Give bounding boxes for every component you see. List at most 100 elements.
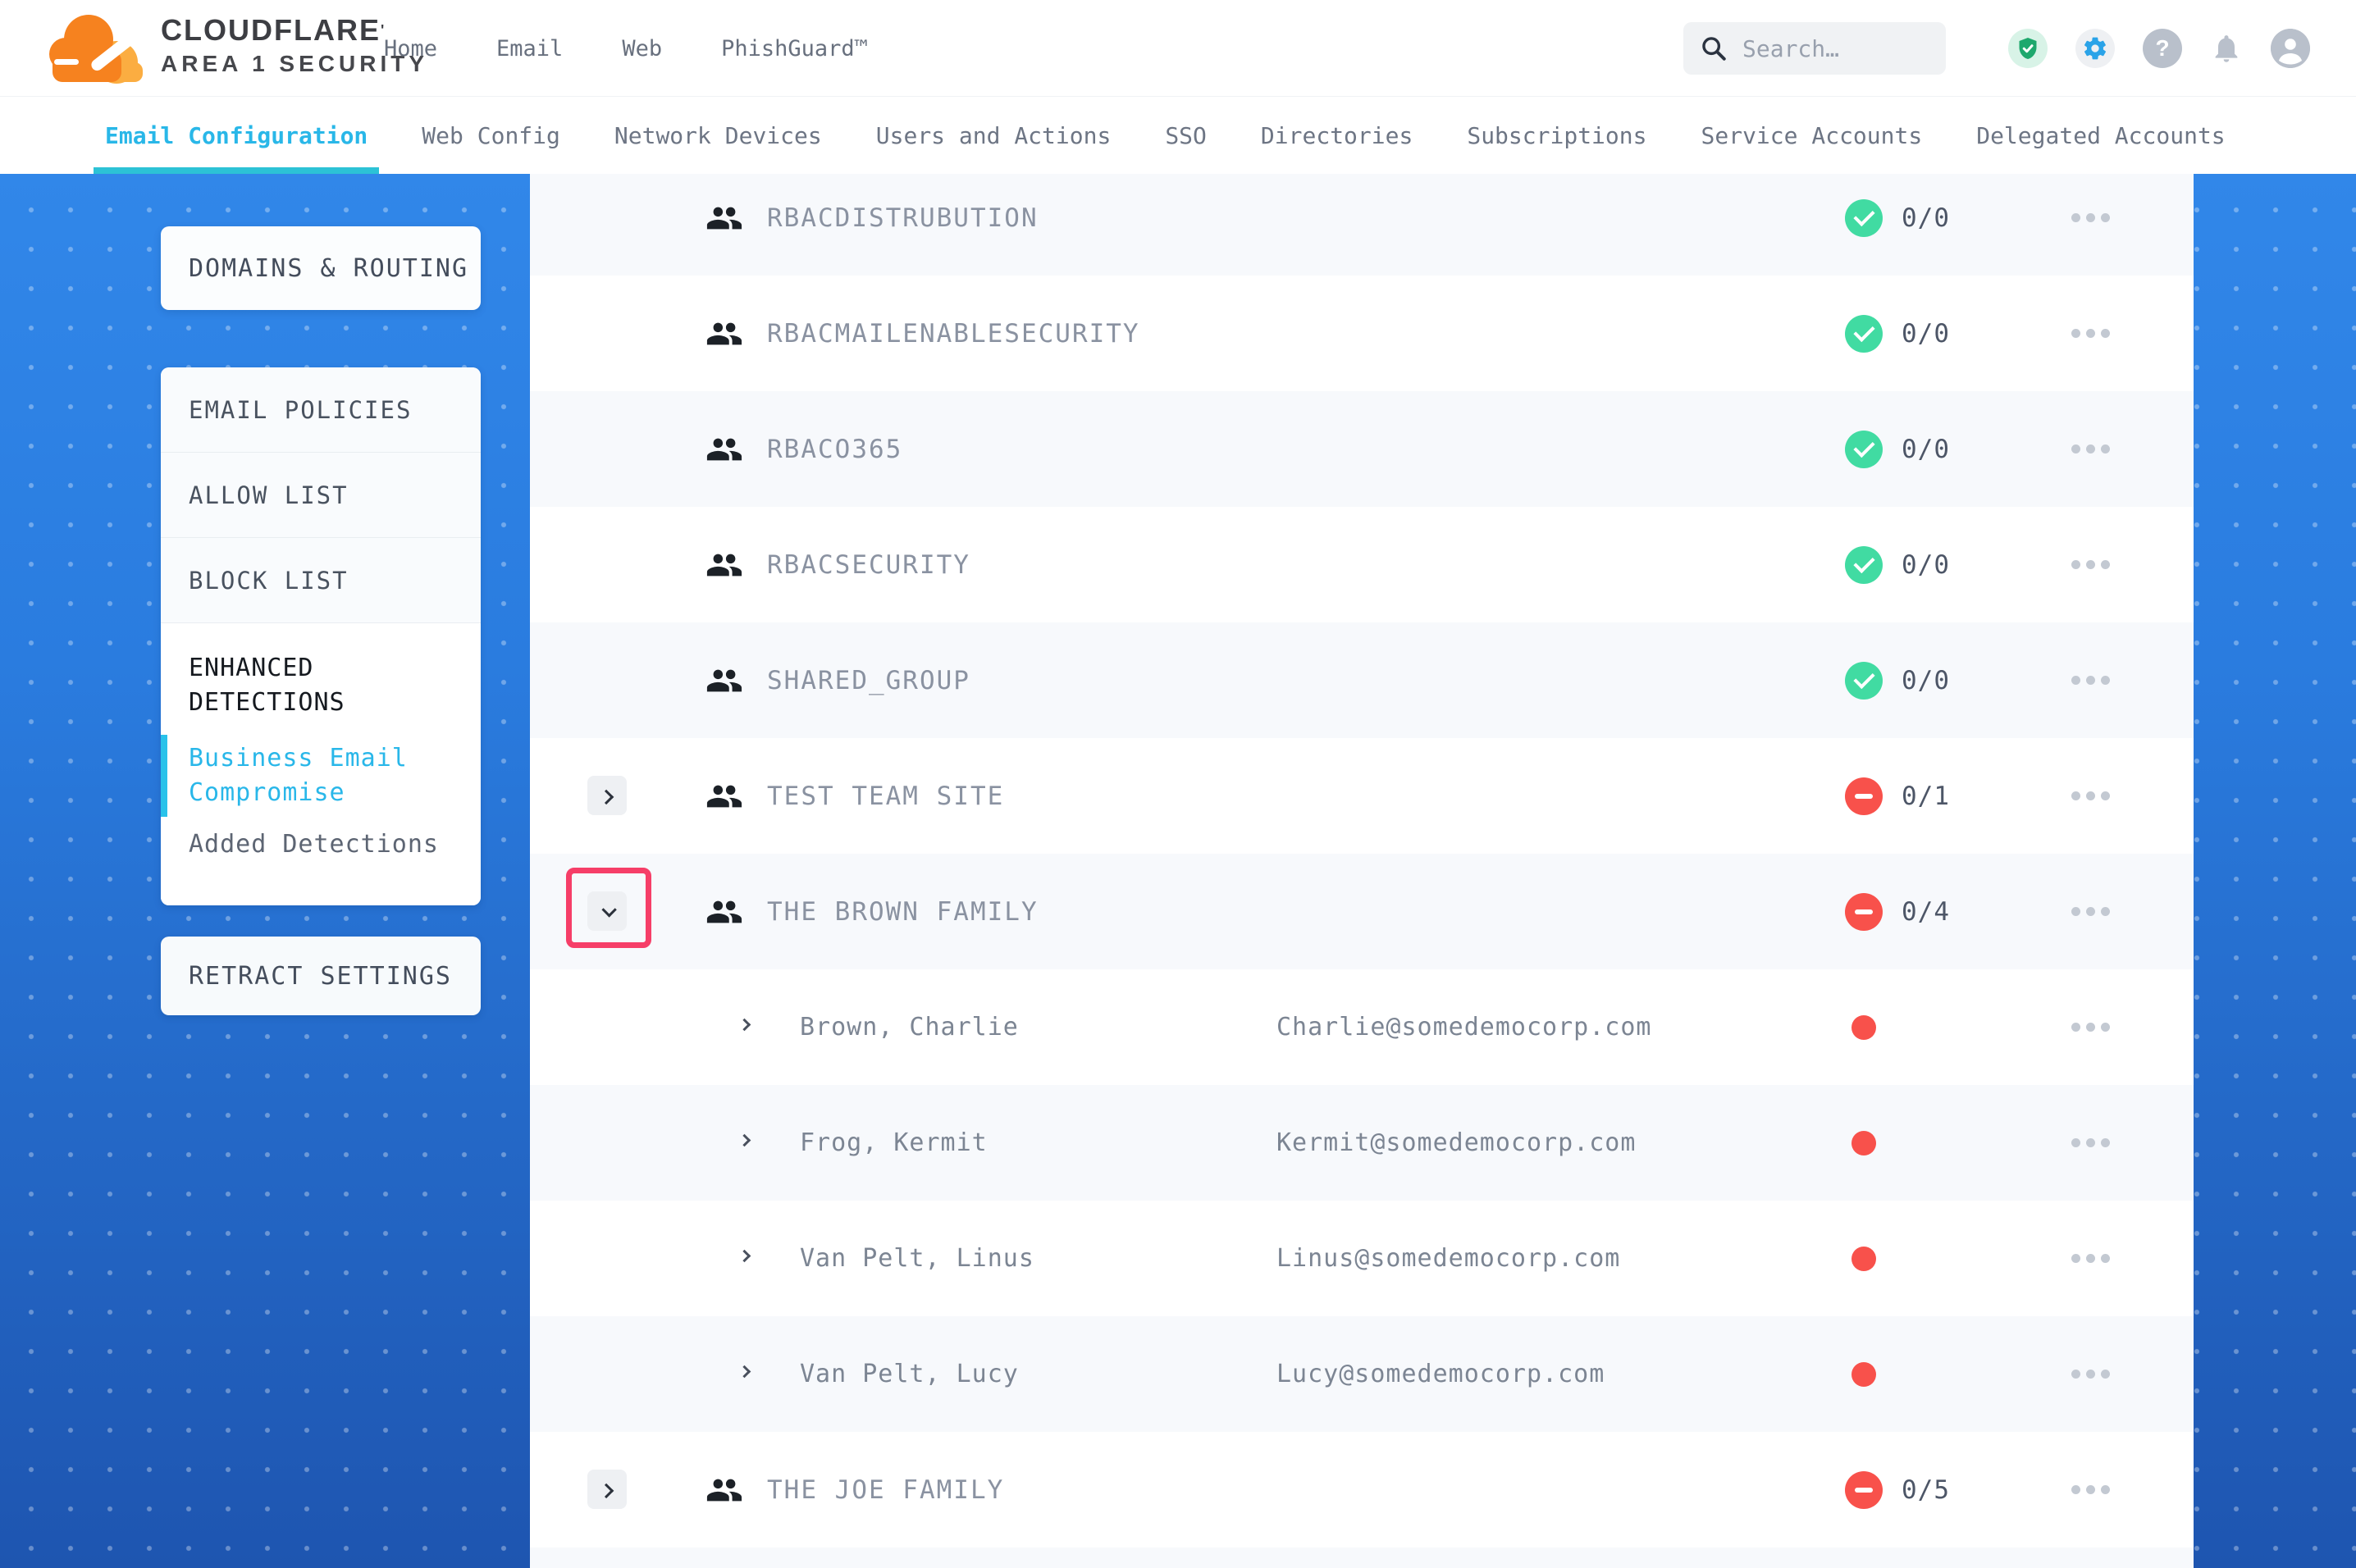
tab-email-configuration[interactable]: Email Configuration [105,97,368,174]
member-count: 0/4 [1902,854,1950,969]
table-row: TEST TEAM SITE 0/1 [530,738,2194,854]
member-chevron-icon[interactable] [738,1019,751,1032]
row-menu-button[interactable] [2071,1432,2110,1547]
table-row: RBACSECURITY 0/0 [530,507,2194,622]
status-badge [1845,276,1883,391]
tab-directories[interactable]: Directories [1261,97,1413,174]
top-nav: Home Email Web PhishGuard™ [384,0,868,97]
status-alert-dot [1851,1247,1876,1271]
collapse-button[interactable] [587,891,627,931]
table-row: Van Pelt, Linus Linus@somedemocorp.com [530,1201,2194,1316]
group-icon [705,315,743,353]
row-menu-button[interactable] [2071,854,2110,969]
member-chevron-icon[interactable] [738,1134,751,1147]
member-email: Linus@somedemocorp.com [1276,1201,1620,1316]
search-icon [1700,34,1728,62]
table-row: THE BROWN FAMILY 0/4 [530,854,2194,969]
app-window: CLOUDFLARE' AREA 1 SECURITY HomeEmailWeb… [0,0,2356,1568]
domains-routing-label: DOMAINS & ROUTING [189,254,468,283]
header-icon-cluster: ? [2008,0,2310,97]
row-menu-button[interactable] [2071,507,2110,622]
cloudflare-logo-icon [46,8,149,87]
top-nav-item-web[interactable]: Web [622,36,662,62]
status-blocked-icon [1845,777,1883,815]
expand-button[interactable] [587,1470,627,1509]
top-nav-item-email[interactable]: Email [496,36,563,62]
status-ok-icon [1845,662,1883,700]
status-badge [1845,507,1883,622]
tab-service-accounts[interactable]: Service Accounts [1701,97,1923,174]
expand-button[interactable] [587,776,627,815]
search-box[interactable] [1683,22,1946,75]
policy-item-list: EMAIL POLICIESALLOW LISTBLOCK LIST [161,367,481,623]
sidebar-item-allow-list[interactable]: ALLOW LIST [161,453,481,538]
tab-sso[interactable]: SSO [1165,97,1207,174]
tab-delegated-accounts[interactable]: Delegated Accounts [1976,97,2225,174]
table-row: THE JOE FAMILY 0/5 [530,1432,2194,1547]
status-ok-icon [1845,546,1883,584]
status-badge [1845,174,1883,276]
tab-web-config[interactable]: Web Config [422,97,560,174]
groups-table-panel: RBACDISTRUBUTION 0/0 RBACMAILENABLESECUR… [530,174,2194,1568]
member-chevron-icon[interactable] [738,1250,751,1263]
group-icon [705,431,743,468]
account-icon[interactable] [2271,29,2310,68]
status-alert-dot [1851,1362,1876,1387]
search-input[interactable] [1741,34,1929,63]
bell-icon[interactable] [2210,32,2243,65]
member-name: Frog, Kermit [800,1085,988,1201]
retract-settings-label: RETRACT SETTINGS [189,962,452,991]
table-row [530,1547,2194,1568]
status-blocked-icon [1845,1471,1883,1509]
table-row: Brown, Charlie Charlie@somedemocorp.com [530,969,2194,1085]
row-menu-button[interactable] [2071,969,2110,1085]
top-header: CLOUDFLARE' AREA 1 SECURITY HomeEmailWeb… [0,0,2356,97]
member-chevron-icon[interactable] [738,1365,751,1379]
sidebar-card-domains-routing[interactable]: DOMAINS & ROUTING [161,226,481,310]
tab-network-devices[interactable]: Network Devices [614,97,822,174]
member-count: 0/0 [1902,391,1950,507]
row-menu-button[interactable] [2071,174,2110,276]
gear-icon[interactable] [2075,29,2115,68]
member-name: Brown, Charlie [800,969,1019,1085]
row-menu-button[interactable] [2071,1085,2110,1201]
group-name: SHARED_GROUP [767,622,970,738]
row-menu-button[interactable] [2071,738,2110,854]
row-menu-button[interactable] [2071,1201,2110,1316]
brand-name: CLOUDFLARE [161,13,381,47]
sidebar-item-email-policies[interactable]: EMAIL POLICIES [161,367,481,453]
member-name: Van Pelt, Lucy [800,1316,1019,1432]
top-nav-item-phishguard[interactable]: PhishGuard™ [721,36,868,62]
group-name: RBACO365 [767,391,902,507]
status-alert-dot [1851,1131,1876,1155]
shield-check-icon[interactable] [2008,29,2048,68]
group-icon [705,777,743,815]
member-email: Kermit@somedemocorp.com [1276,1085,1636,1201]
status-badge [1845,854,1883,969]
help-icon[interactable]: ? [2143,29,2182,68]
sidebar-item-business-email-compromise[interactable]: Business Email Compromise [189,741,456,810]
member-name: Van Pelt, Linus [800,1201,1034,1316]
status-badge [1845,1432,1883,1547]
status-ok-icon [1845,199,1883,237]
sidebar-card-policies: EMAIL POLICIESALLOW LISTBLOCK LIST ENHAN… [161,367,481,905]
row-menu-button[interactable] [2071,391,2110,507]
sidebar-item-block-list[interactable]: BLOCK LIST [161,538,481,623]
group-name: RBACDISTRUBUTION [767,174,1039,276]
member-count: 0/5 [1902,1432,1950,1547]
status-alert-dot [1851,1015,1876,1040]
sidebar-card-retract-settings[interactable]: RETRACT SETTINGS [161,937,481,1015]
top-nav-item-home[interactable]: Home [384,36,437,62]
tab-users-and-actions[interactable]: Users and Actions [876,97,1112,174]
group-icon [705,662,743,700]
row-menu-button[interactable] [2071,276,2110,391]
config-tab-bar: Email Configuration Web Config Network Dev… [0,97,2356,174]
status-ok-icon [1845,315,1883,353]
enhanced-detections-heading: ENHANCED DETECTIONS [189,651,456,720]
tab-subscriptions[interactable]: Subscriptions [1467,97,1646,174]
row-menu-button[interactable] [2071,1316,2110,1432]
member-count: 0/0 [1902,507,1950,622]
enhanced-detections-section: ENHANCED DETECTIONS Business Email Compr… [161,623,481,905]
row-menu-button[interactable] [2071,622,2110,738]
sidebar-item-added-detections[interactable]: Added Detections [189,830,456,859]
